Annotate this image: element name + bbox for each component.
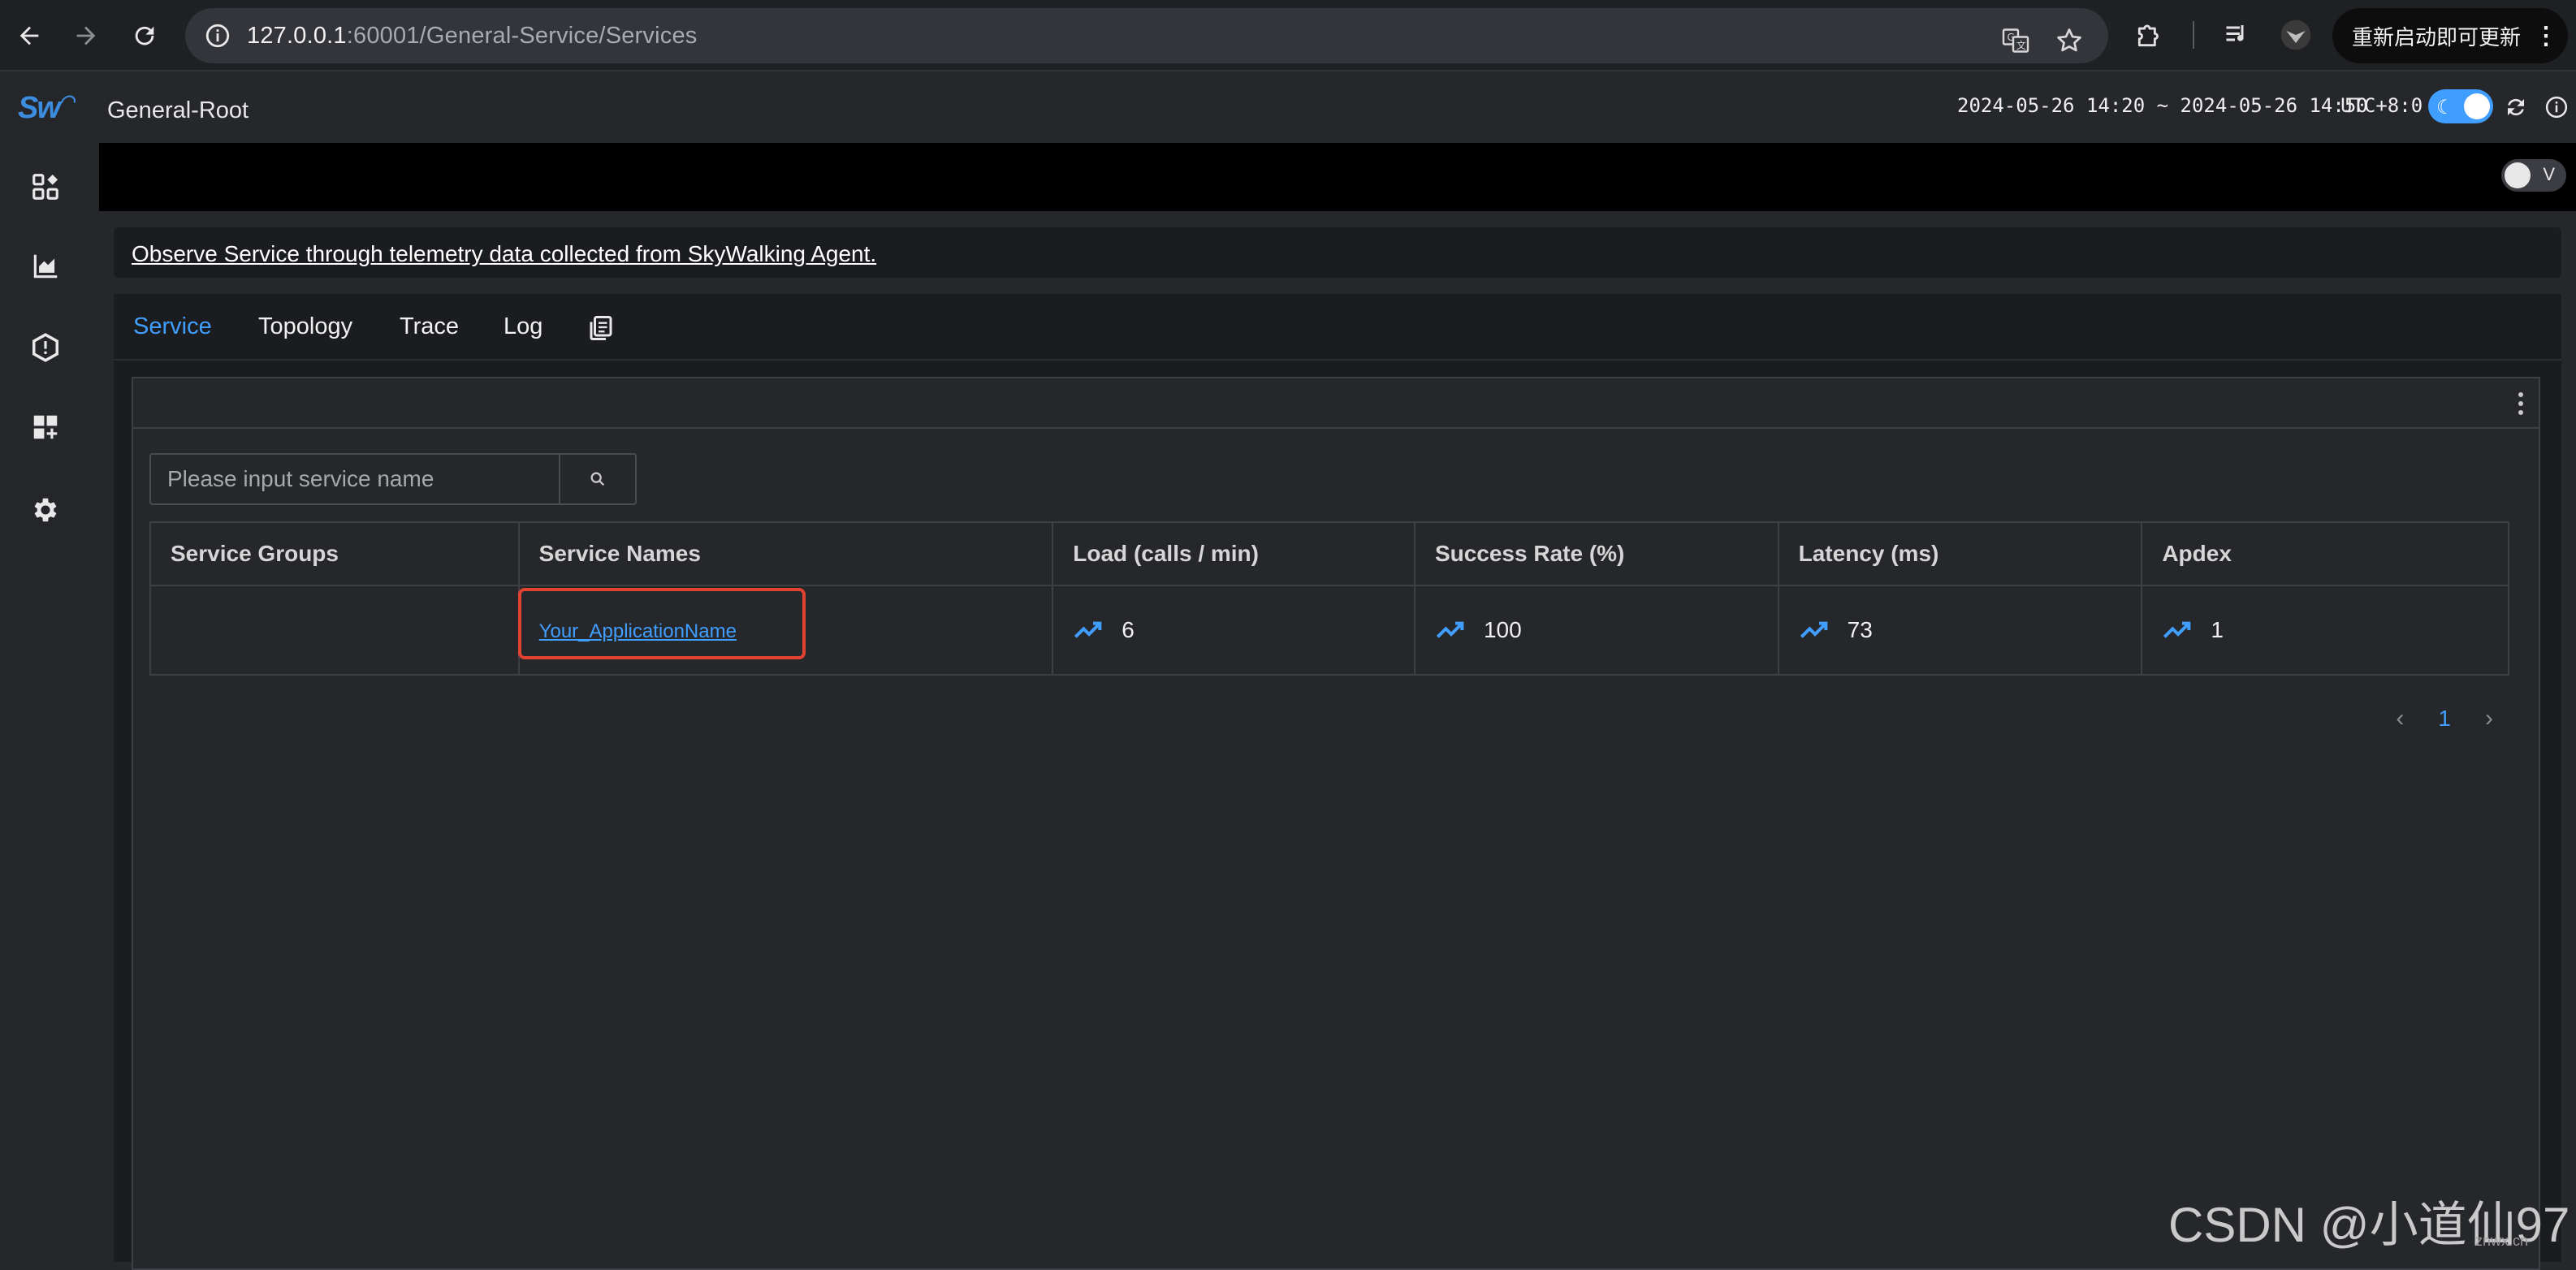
media-queue-icon[interactable]: [2219, 16, 2256, 54]
sidebar-item-alerting[interactable]: [28, 330, 63, 365]
extensions-icon[interactable]: [2131, 16, 2168, 54]
table-header-row: Service Groups Service Names Load (calls…: [149, 521, 2509, 586]
toggle-label: V: [2543, 164, 2555, 184]
edit-mode-toggle[interactable]: V: [2501, 159, 2566, 192]
toggle-knob: [2505, 162, 2531, 188]
load-cell: 6: [1052, 585, 1416, 676]
translate-icon[interactable]: G文: [1999, 24, 2032, 57]
dark-mode-toggle[interactable]: ☾: [2428, 89, 2493, 123]
skywalking-logo[interactable]: Sw◠: [18, 91, 76, 127]
svg-text:文: 文: [2016, 39, 2026, 51]
auto-refresh-icon[interactable]: [2501, 93, 2531, 122]
kebab-menu-icon: ⋮: [2534, 22, 2559, 50]
chevron-left-icon[interactable]: ‹: [2396, 705, 2404, 732]
apdex-cell: 1: [2141, 585, 2509, 676]
dashboard-toolbar: V: [99, 143, 2576, 211]
apdex-value: 1: [2211, 617, 2224, 642]
description-banner: Observe Service through telemetry data c…: [114, 227, 2561, 278]
browser-toolbar: 127.0.0.1:60001/General-Service/Services…: [0, 0, 2576, 71]
copy-icon[interactable]: [586, 313, 619, 346]
tab-bar: Service Topology Trace Log: [114, 294, 2561, 361]
trend-chart-icon[interactable]: [1073, 619, 1105, 641]
url-host: 127.0.0.1: [247, 22, 347, 49]
bookmark-star-icon[interactable]: [2053, 24, 2085, 57]
column-header: Latency (ms): [1777, 521, 2143, 586]
sidebar-item-marketplace[interactable]: [28, 248, 63, 284]
service-name-link[interactable]: Your_ApplicationName: [517, 588, 806, 659]
address-bar[interactable]: 127.0.0.1:60001/General-Service/Services…: [185, 8, 2108, 63]
success-rate-value: 100: [1483, 617, 1522, 642]
trend-chart-icon[interactable]: [1435, 619, 1467, 641]
page-number[interactable]: 1: [2438, 706, 2451, 732]
settings-icon: [34, 498, 57, 522]
page-title: General-Root: [107, 97, 249, 123]
arrow-left-icon: [19, 26, 39, 45]
toolbar-divider: [2193, 21, 2194, 49]
sidebar: Sw◠: [0, 73, 99, 1262]
search-input[interactable]: [151, 455, 559, 503]
search-button[interactable]: [559, 455, 635, 503]
logo-text: Sw: [18, 91, 61, 125]
moon-icon: ☾: [2436, 97, 2454, 119]
metric-latency: 73: [1799, 617, 2122, 643]
reload-button[interactable]: [123, 15, 166, 57]
service-table: Service Groups Service Names Load (calls…: [149, 521, 2509, 676]
arrow-right-icon: [76, 26, 96, 45]
metric-success-rate: 100: [1435, 617, 1758, 643]
column-header: Service Groups: [149, 521, 520, 586]
time-range-picker[interactable]: 2024-05-26 14:20 ~ 2024-05-26 14:50: [1957, 94, 2368, 117]
dashboard-icon: [32, 174, 58, 200]
service-name-cell: Your_ApplicationName: [517, 585, 1054, 676]
latency-value: 73: [1847, 617, 1873, 642]
service-list-widget: Service Groups Service Names Load (calls…: [132, 377, 2540, 1270]
timezone-label[interactable]: UTC+8:0: [2340, 94, 2423, 117]
profile-avatar-icon[interactable]: [2277, 16, 2315, 54]
trend-chart-icon[interactable]: [2162, 619, 2194, 641]
forward-button[interactable]: [65, 15, 107, 57]
column-header: Service Names: [517, 521, 1054, 586]
service-name-text: Your_ApplicationName: [538, 620, 737, 642]
watermark-small: znwx.cn: [2475, 1233, 2529, 1249]
success-rate-cell: 100: [1413, 585, 1779, 676]
url-path: :60001/General-Service/Services: [346, 22, 698, 49]
table-row: Your_ApplicationName 6 100 73 1: [149, 585, 2509, 676]
service-search: [149, 453, 637, 505]
service-group-cell: [149, 585, 520, 676]
reload-icon: [135, 26, 154, 45]
widget-menu-icon[interactable]: [2511, 390, 2531, 417]
back-button[interactable]: [8, 15, 50, 57]
tab-trace[interactable]: Trace: [400, 313, 459, 340]
add-dashboard-icon: [33, 415, 58, 439]
pagination: ‹ 1 ›: [2396, 705, 2493, 732]
tab-log[interactable]: Log: [504, 313, 542, 340]
tab-topology[interactable]: Topology: [258, 313, 352, 340]
column-header: Success Rate (%): [1413, 521, 1779, 586]
description-link[interactable]: Observe Service through telemetry data c…: [132, 241, 876, 267]
chevron-right-icon[interactable]: ›: [2485, 705, 2493, 732]
latency-cell: 73: [1777, 585, 2143, 676]
sidebar-item-new-dashboard[interactable]: [28, 409, 63, 445]
alert-icon: [32, 333, 58, 362]
chart-icon: [33, 254, 58, 279]
info-icon[interactable]: [2542, 93, 2571, 122]
column-header: Apdex: [2141, 521, 2509, 586]
metric-apdex: 1: [2162, 617, 2488, 643]
toggle-knob: [2464, 93, 2490, 119]
update-button-label: 重新启动即可更新: [2352, 24, 2522, 50]
metric-load: 6: [1073, 617, 1394, 643]
load-value: 6: [1122, 617, 1135, 642]
sidebar-item-settings[interactable]: [28, 492, 63, 528]
search-icon: [590, 472, 605, 486]
update-button[interactable]: 重新启动即可更新 ⋮: [2332, 8, 2568, 63]
trend-chart-icon[interactable]: [1799, 619, 1831, 641]
widget-header: [133, 378, 2539, 429]
column-header: Load (calls / min): [1052, 521, 1416, 586]
url-text: 127.0.0.1:60001/General-Service/Services: [247, 23, 698, 50]
sidebar-item-dashboards[interactable]: [28, 169, 63, 205]
app-header: General-Root 2024-05-26 14:20 ~ 2024-05-…: [99, 73, 2576, 143]
site-info-icon[interactable]: [201, 19, 234, 52]
tab-service[interactable]: Service: [133, 313, 212, 340]
